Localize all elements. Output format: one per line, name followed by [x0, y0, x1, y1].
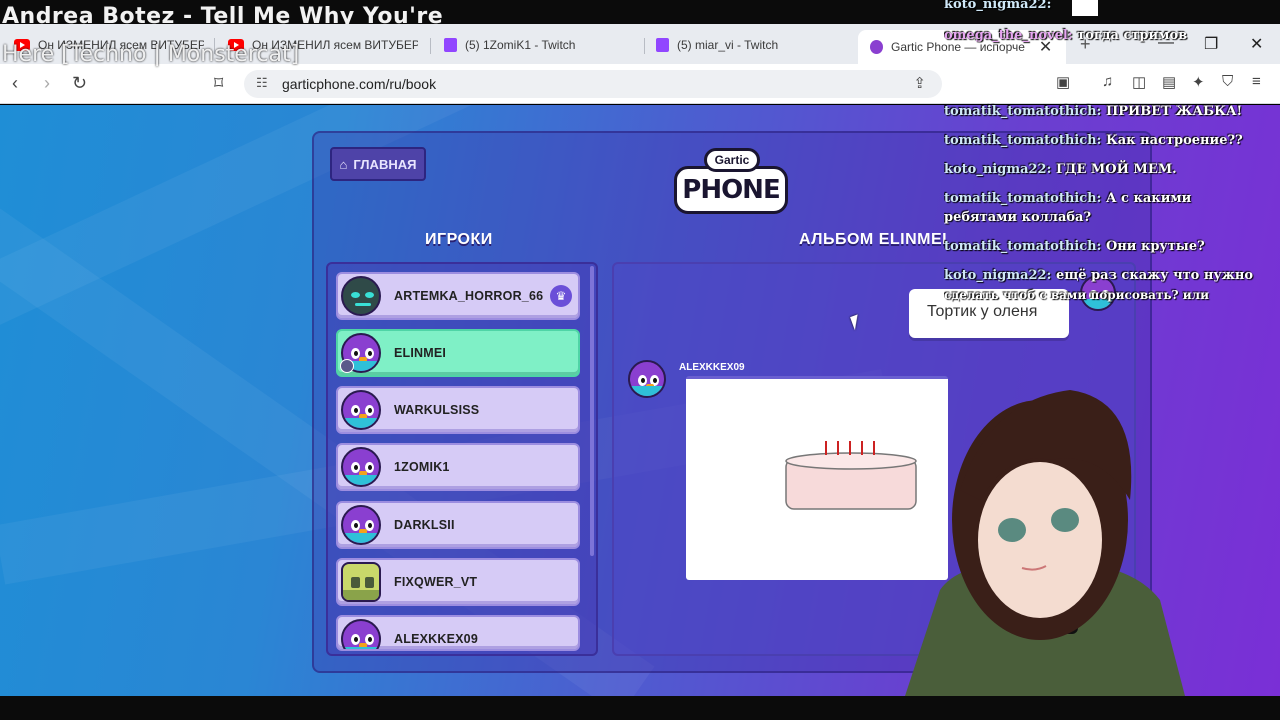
logo-main-text: PHONE [674, 166, 788, 214]
player-name: ELINMEI [394, 346, 447, 360]
chat-message: ребятами коллаба? [944, 208, 1280, 227]
player-avatar [628, 360, 666, 398]
player-avatar [341, 619, 381, 649]
back-icon[interactable]: ‹ [12, 73, 18, 94]
player-avatar [341, 447, 381, 487]
navigation-bar: ‹ › ↻ ⌑ ☷ garticphone.com/ru/book ⇪ ▣ ♫ … [0, 64, 1280, 104]
chat-text: Они крутые? [1105, 239, 1205, 254]
crown-icon: ♛ [550, 285, 572, 307]
wallet-icon[interactable]: ▤ [1162, 73, 1176, 91]
eye-left [998, 518, 1026, 542]
forward-icon[interactable]: › [44, 73, 50, 94]
face [978, 462, 1102, 618]
chat-message: koto_nigma22: ГДЕ МОЙ МЕМ. [944, 160, 1280, 179]
chat-text: А с какими [1105, 191, 1192, 206]
player-item[interactable]: ARTEMKA_HORROR_66 ♛ [336, 272, 580, 320]
home-button-label: ГЛАВНАЯ [353, 156, 417, 172]
cake-top [785, 452, 917, 470]
reload-icon[interactable]: ↻ [72, 73, 87, 94]
chat-message: сделать чтоб с вами порисовать? или [944, 286, 1280, 305]
drawing-author-avatar [628, 360, 666, 398]
chat-username: tomatik_tomatothich: [944, 104, 1102, 119]
chat-username: tomatik_tomatothich: [944, 239, 1102, 254]
user-icon [340, 359, 354, 373]
home-icon: ⌂ [339, 156, 348, 172]
player-item-active[interactable]: ELINMEI [336, 329, 580, 377]
player-name: DARKLSII [394, 518, 455, 532]
twitch-icon [444, 38, 457, 52]
reader-icon[interactable]: ▣ [1056, 73, 1070, 91]
vtuber-figure [905, 390, 1185, 696]
chat-username: omega_the_novel: [944, 28, 1073, 43]
chat-username: koto_nigma22: [944, 162, 1052, 177]
site-settings-icon[interactable]: ☷ [256, 75, 268, 91]
player-avatar [341, 390, 381, 430]
video-subtitle: Here [Techno | Monstercat] [2, 42, 300, 67]
tab-twitch-miar-vi[interactable]: (5) miar_vi - Twitch [656, 30, 846, 60]
tab-twitch-1zomik1[interactable]: (5) 1ZomiK1 - Twitch [444, 30, 634, 60]
gartic-icon [870, 40, 883, 54]
vtuber-avatar [900, 360, 1190, 696]
chat-username: koto_nigma22: [944, 0, 1052, 12]
player-name: 1ZOMIK1 [394, 460, 450, 474]
chat-text: ещё раз скажу что нужно [1055, 268, 1254, 283]
music-icon[interactable]: ♫ [1102, 73, 1113, 90]
sidebar-icon[interactable]: ◫ [1132, 73, 1146, 91]
player-avatar [341, 276, 381, 316]
tab-label: (5) miar_vi - Twitch [677, 38, 779, 52]
players-scrollbar[interactable] [590, 266, 594, 556]
player-name: FIXQWER_VT [394, 575, 478, 589]
player-item[interactable]: ALEXKKEX09 [336, 615, 580, 651]
chat-message: tomatik_tomatothich: Они крутые? [944, 237, 1280, 256]
video-bottom-band [0, 696, 1280, 720]
player-name: WARKULSISS [394, 403, 480, 417]
tab-separator [644, 38, 645, 54]
player-item[interactable]: 1ZOMIK1 [336, 443, 580, 491]
shield-icon[interactable]: ⛉ [1222, 73, 1233, 90]
drawing-author-name: ALEXKKEX09 [679, 362, 745, 373]
gartic-phone-logo: PHONE Gartic [674, 148, 788, 216]
address-bar[interactable]: ☷ garticphone.com/ru/book ⇪ [244, 70, 942, 98]
chat-message: koto_nigma22: [944, 0, 1280, 14]
player-name: ARTEMKA_HORROR_66 [394, 289, 544, 303]
chat-message: tomatik_tomatothich: Как настроение?? [944, 131, 1280, 150]
chat-text: Как настроение?? [1105, 133, 1243, 148]
chat-username: tomatik_tomatothich: [944, 191, 1102, 206]
bookmark-icon[interactable]: ⌑ [214, 73, 223, 94]
chat-text: ребятами коллаба? [944, 210, 1092, 225]
players-title: ИГРОКИ [425, 231, 493, 248]
chat-overlay-block [1072, 0, 1098, 16]
eye-right [1051, 508, 1079, 532]
chat-text: ПРИВЕТ ЖАБКА! [1105, 104, 1243, 119]
logo-top-text: Gartic [704, 148, 760, 172]
chat-message: koto_nigma22: ещё раз скажу что нужно [944, 266, 1280, 285]
home-button[interactable]: ⌂ ГЛАВНАЯ [330, 147, 426, 181]
chat-text: ГДЕ МОЙ МЕМ. [1055, 162, 1177, 177]
ai-sparkle-icon[interactable]: ✦ [1192, 73, 1205, 91]
chat-username: tomatik_tomatothich: [944, 133, 1102, 148]
tab-separator [430, 38, 431, 54]
album-title: АЛЬБОМ ELINMEI [799, 231, 948, 248]
chat-text: сделать чтоб с вами порисовать? или [944, 288, 1209, 302]
share-icon[interactable]: ⇪ [913, 74, 926, 92]
tab-label: (5) 1ZomiK1 - Twitch [465, 38, 576, 52]
url-text[interactable]: garticphone.com/ru/book [282, 76, 436, 92]
chat-text: тогда стримов [1077, 28, 1188, 43]
player-avatar [341, 505, 381, 545]
menu-icon[interactable]: ≡ [1252, 73, 1261, 90]
player-item[interactable]: FIXQWER_VT [336, 558, 580, 606]
player-item[interactable]: DARKLSII [336, 501, 580, 549]
player-name: ALEXKKEX09 [394, 632, 478, 646]
chat-username: koto_nigma22: [944, 268, 1052, 283]
chat-message: omega_the_novel: тогда стримов [944, 26, 1280, 45]
chat-message: tomatik_tomatothich: А с какими [944, 189, 1280, 208]
twitch-icon [656, 38, 669, 52]
chat-message: tomatik_tomatothich: ПРИВЕТ ЖАБКА! [944, 102, 1280, 121]
player-item[interactable]: WARKULSISS [336, 386, 580, 434]
player-avatar [341, 562, 381, 602]
